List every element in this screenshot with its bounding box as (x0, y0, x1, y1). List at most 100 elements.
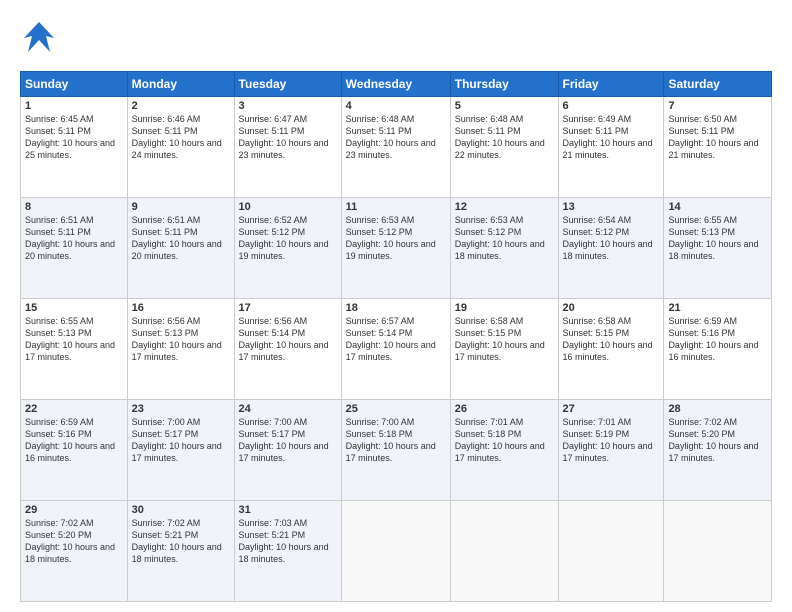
day-number: 27 (563, 403, 660, 415)
day-info: Sunrise: 6:47 AMSunset: 5:11 PMDaylight:… (239, 113, 337, 162)
day-cell-7: 7Sunrise: 6:50 AMSunset: 5:11 PMDaylight… (664, 97, 772, 198)
day-info: Sunrise: 6:49 AMSunset: 5:11 PMDaylight:… (563, 113, 660, 162)
day-info: Sunrise: 6:56 AMSunset: 5:14 PMDaylight:… (239, 315, 337, 364)
day-header-tuesday: Tuesday (234, 72, 341, 97)
day-info: Sunrise: 6:51 AMSunset: 5:11 PMDaylight:… (132, 214, 230, 263)
day-number: 18 (346, 302, 446, 314)
day-info: Sunrise: 6:51 AMSunset: 5:11 PMDaylight:… (25, 214, 123, 263)
day-cell-13: 13Sunrise: 6:54 AMSunset: 5:12 PMDayligh… (558, 198, 664, 299)
day-cell-14: 14Sunrise: 6:55 AMSunset: 5:13 PMDayligh… (664, 198, 772, 299)
day-info: Sunrise: 6:55 AMSunset: 5:13 PMDaylight:… (668, 214, 767, 263)
day-cell-21: 21Sunrise: 6:59 AMSunset: 5:16 PMDayligh… (664, 299, 772, 400)
day-number: 9 (132, 201, 230, 213)
day-number: 19 (455, 302, 554, 314)
day-number: 13 (563, 201, 660, 213)
day-number: 31 (239, 504, 337, 516)
day-cell-17: 17Sunrise: 6:56 AMSunset: 5:14 PMDayligh… (234, 299, 341, 400)
day-info: Sunrise: 6:58 AMSunset: 5:15 PMDaylight:… (455, 315, 554, 364)
day-info: Sunrise: 7:03 AMSunset: 5:21 PMDaylight:… (239, 517, 337, 566)
day-header-sunday: Sunday (21, 72, 128, 97)
day-cell-8: 8Sunrise: 6:51 AMSunset: 5:11 PMDaylight… (21, 198, 128, 299)
calendar-week-2: 8Sunrise: 6:51 AMSunset: 5:11 PMDaylight… (21, 198, 772, 299)
day-cell-10: 10Sunrise: 6:52 AMSunset: 5:12 PMDayligh… (234, 198, 341, 299)
day-cell-18: 18Sunrise: 6:57 AMSunset: 5:14 PMDayligh… (341, 299, 450, 400)
day-number: 14 (668, 201, 767, 213)
day-header-friday: Friday (558, 72, 664, 97)
day-info: Sunrise: 6:45 AMSunset: 5:11 PMDaylight:… (25, 113, 123, 162)
day-cell-19: 19Sunrise: 6:58 AMSunset: 5:15 PMDayligh… (450, 299, 558, 400)
day-info: Sunrise: 6:50 AMSunset: 5:11 PMDaylight:… (668, 113, 767, 162)
day-number: 28 (668, 403, 767, 415)
day-cell-3: 3Sunrise: 6:47 AMSunset: 5:11 PMDaylight… (234, 97, 341, 198)
day-info: Sunrise: 6:48 AMSunset: 5:11 PMDaylight:… (346, 113, 446, 162)
logo-bird-icon (20, 18, 58, 61)
day-number: 1 (25, 100, 123, 112)
day-cell-16: 16Sunrise: 6:56 AMSunset: 5:13 PMDayligh… (127, 299, 234, 400)
day-header-thursday: Thursday (450, 72, 558, 97)
day-number: 3 (239, 100, 337, 112)
day-cell-30: 30Sunrise: 7:02 AMSunset: 5:21 PMDayligh… (127, 501, 234, 602)
day-number: 16 (132, 302, 230, 314)
day-info: Sunrise: 6:58 AMSunset: 5:15 PMDaylight:… (563, 315, 660, 364)
day-info: Sunrise: 6:54 AMSunset: 5:12 PMDaylight:… (563, 214, 660, 263)
day-cell-2: 2Sunrise: 6:46 AMSunset: 5:11 PMDaylight… (127, 97, 234, 198)
day-info: Sunrise: 6:57 AMSunset: 5:14 PMDaylight:… (346, 315, 446, 364)
day-number: 24 (239, 403, 337, 415)
day-cell-6: 6Sunrise: 6:49 AMSunset: 5:11 PMDaylight… (558, 97, 664, 198)
day-info: Sunrise: 7:01 AMSunset: 5:19 PMDaylight:… (563, 416, 660, 465)
empty-cell (664, 501, 772, 602)
day-number: 10 (239, 201, 337, 213)
calendar-header-row: SundayMondayTuesdayWednesdayThursdayFrid… (21, 72, 772, 97)
day-number: 30 (132, 504, 230, 516)
day-number: 29 (25, 504, 123, 516)
logo (20, 18, 62, 61)
day-info: Sunrise: 6:48 AMSunset: 5:11 PMDaylight:… (455, 113, 554, 162)
day-number: 25 (346, 403, 446, 415)
day-info: Sunrise: 7:02 AMSunset: 5:21 PMDaylight:… (132, 517, 230, 566)
day-cell-1: 1Sunrise: 6:45 AMSunset: 5:11 PMDaylight… (21, 97, 128, 198)
day-number: 17 (239, 302, 337, 314)
day-cell-5: 5Sunrise: 6:48 AMSunset: 5:11 PMDaylight… (450, 97, 558, 198)
day-info: Sunrise: 7:01 AMSunset: 5:18 PMDaylight:… (455, 416, 554, 465)
day-cell-25: 25Sunrise: 7:00 AMSunset: 5:18 PMDayligh… (341, 400, 450, 501)
day-number: 23 (132, 403, 230, 415)
day-cell-24: 24Sunrise: 7:00 AMSunset: 5:17 PMDayligh… (234, 400, 341, 501)
day-number: 20 (563, 302, 660, 314)
day-info: Sunrise: 7:00 AMSunset: 5:17 PMDaylight:… (239, 416, 337, 465)
day-header-saturday: Saturday (664, 72, 772, 97)
day-info: Sunrise: 7:00 AMSunset: 5:17 PMDaylight:… (132, 416, 230, 465)
day-info: Sunrise: 7:02 AMSunset: 5:20 PMDaylight:… (25, 517, 123, 566)
day-number: 15 (25, 302, 123, 314)
day-cell-23: 23Sunrise: 7:00 AMSunset: 5:17 PMDayligh… (127, 400, 234, 501)
day-cell-20: 20Sunrise: 6:58 AMSunset: 5:15 PMDayligh… (558, 299, 664, 400)
day-info: Sunrise: 6:52 AMSunset: 5:12 PMDaylight:… (239, 214, 337, 263)
day-header-monday: Monday (127, 72, 234, 97)
day-cell-27: 27Sunrise: 7:01 AMSunset: 5:19 PMDayligh… (558, 400, 664, 501)
day-number: 26 (455, 403, 554, 415)
day-number: 22 (25, 403, 123, 415)
day-cell-15: 15Sunrise: 6:55 AMSunset: 5:13 PMDayligh… (21, 299, 128, 400)
calendar-week-4: 22Sunrise: 6:59 AMSunset: 5:16 PMDayligh… (21, 400, 772, 501)
day-info: Sunrise: 6:53 AMSunset: 5:12 PMDaylight:… (346, 214, 446, 263)
empty-cell (450, 501, 558, 602)
day-number: 4 (346, 100, 446, 112)
calendar-table: SundayMondayTuesdayWednesdayThursdayFrid… (20, 71, 772, 602)
day-cell-29: 29Sunrise: 7:02 AMSunset: 5:20 PMDayligh… (21, 501, 128, 602)
calendar-week-3: 15Sunrise: 6:55 AMSunset: 5:13 PMDayligh… (21, 299, 772, 400)
day-cell-31: 31Sunrise: 7:03 AMSunset: 5:21 PMDayligh… (234, 501, 341, 602)
day-cell-9: 9Sunrise: 6:51 AMSunset: 5:11 PMDaylight… (127, 198, 234, 299)
day-number: 12 (455, 201, 554, 213)
day-cell-22: 22Sunrise: 6:59 AMSunset: 5:16 PMDayligh… (21, 400, 128, 501)
day-cell-28: 28Sunrise: 7:02 AMSunset: 5:20 PMDayligh… (664, 400, 772, 501)
day-number: 7 (668, 100, 767, 112)
empty-cell (558, 501, 664, 602)
day-cell-26: 26Sunrise: 7:01 AMSunset: 5:18 PMDayligh… (450, 400, 558, 501)
day-info: Sunrise: 6:59 AMSunset: 5:16 PMDaylight:… (25, 416, 123, 465)
header (20, 18, 772, 61)
day-cell-4: 4Sunrise: 6:48 AMSunset: 5:11 PMDaylight… (341, 97, 450, 198)
day-info: Sunrise: 7:00 AMSunset: 5:18 PMDaylight:… (346, 416, 446, 465)
empty-cell (341, 501, 450, 602)
day-info: Sunrise: 6:59 AMSunset: 5:16 PMDaylight:… (668, 315, 767, 364)
day-number: 11 (346, 201, 446, 213)
day-info: Sunrise: 7:02 AMSunset: 5:20 PMDaylight:… (668, 416, 767, 465)
